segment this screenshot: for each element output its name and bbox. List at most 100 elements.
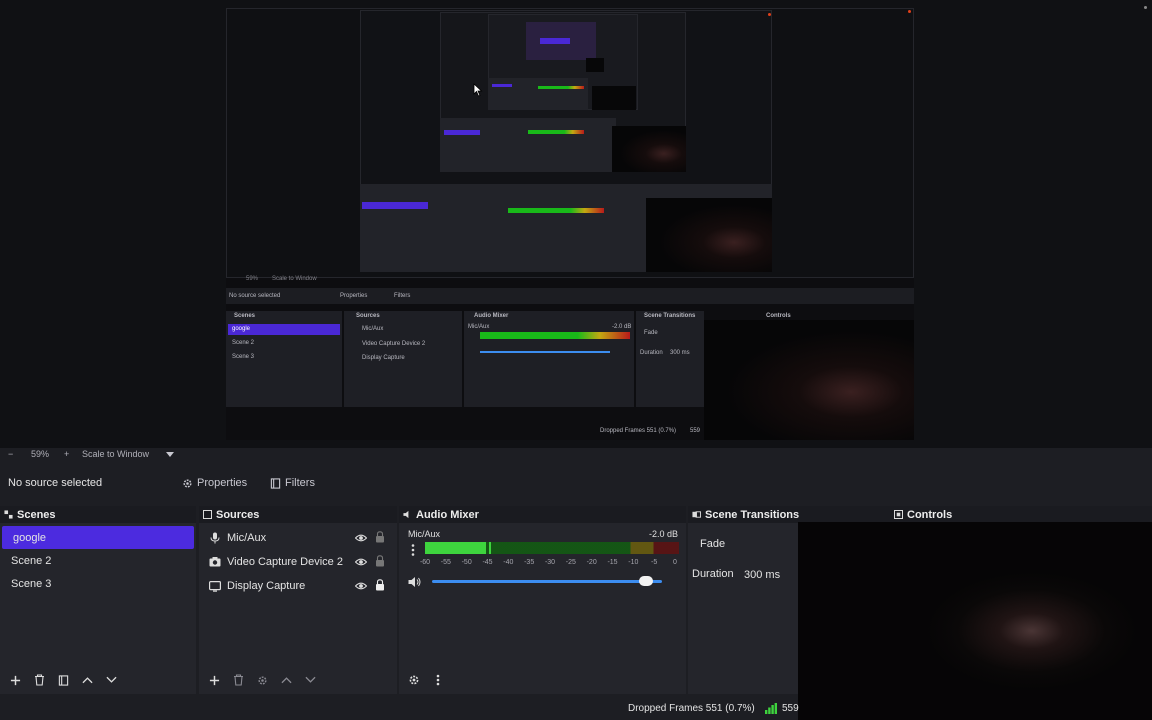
- eye-icon[interactable]: [355, 580, 367, 592]
- nested-scene-l2: [362, 202, 428, 209]
- eye-icon[interactable]: [355, 556, 367, 568]
- advanced-audio-button[interactable]: [405, 671, 423, 689]
- scenes-title: Scenes: [17, 508, 56, 521]
- filter-icon: [58, 674, 68, 686]
- nested-mixer-meter: [480, 332, 630, 339]
- scene-label: google: [13, 531, 47, 544]
- meter-tick-label: -30: [544, 559, 556, 566]
- add-source-button[interactable]: [205, 671, 223, 689]
- meter-tick-label: -45: [482, 559, 493, 566]
- mixer-menu-button[interactable]: [429, 671, 447, 689]
- source-item-mic-aux[interactable]: Mic/Aux: [199, 526, 397, 550]
- unlock-icon[interactable]: [375, 531, 385, 543]
- meter-tick-label: -25: [565, 559, 576, 566]
- nested-scene-l3: [444, 130, 480, 135]
- preview-canvas[interactable]: No source selected Properties Filters 59…: [226, 8, 914, 440]
- nested-cam-l3: [612, 126, 686, 172]
- lock-icon[interactable]: [375, 579, 385, 591]
- nested-cam-l4: [592, 86, 636, 110]
- eye-icon[interactable]: [355, 532, 367, 544]
- remove-source-button[interactable]: [229, 671, 247, 689]
- nested-mixer-name: Mic/Aux: [468, 324, 490, 330]
- remove-scene-button[interactable]: [30, 671, 48, 689]
- scale-mode-select[interactable]: Scale to Window: [82, 449, 149, 459]
- source-properties-button[interactable]: [253, 671, 271, 689]
- nested-transition: Fade: [644, 330, 658, 336]
- nested-transitions-dock: [636, 311, 704, 407]
- scene-label: Scene 2: [11, 554, 52, 567]
- nested-mixer-dock: [464, 311, 634, 407]
- volume-slider[interactable]: [432, 580, 662, 583]
- nested-properties: Properties: [340, 293, 368, 299]
- gear-icon: [183, 478, 192, 488]
- transition-select[interactable]: Fade: [692, 534, 797, 554]
- nested-docks-l3: [440, 118, 616, 172]
- filter-icon: [270, 477, 281, 489]
- nested-webcam: [704, 320, 914, 440]
- dropped-frames: Dropped Frames 551 (0.7%): [628, 703, 755, 714]
- volume-slider-handle[interactable]: [638, 576, 653, 586]
- sources-dock-title: Sources: [199, 506, 397, 523]
- nested-volume-track: [480, 351, 610, 353]
- sources-title: Sources: [216, 508, 260, 521]
- nested-scene-3: Scene 3: [232, 354, 255, 360]
- nested-source-1: Mic/Aux: [362, 326, 384, 332]
- more-options-icon[interactable]: [410, 543, 416, 557]
- meter-tick-label: -55: [440, 559, 451, 566]
- webcam-overlay: [798, 522, 1152, 720]
- move-source-up-button[interactable]: [277, 671, 295, 689]
- move-scene-down-button[interactable]: [102, 671, 120, 689]
- source-list: Mic/Aux Video Capture Device 2 Display C…: [199, 523, 397, 598]
- camera-icon: [209, 556, 221, 568]
- zoom-out-button[interactable]: −: [8, 449, 13, 459]
- source-item-video-capture[interactable]: Video Capture Device 2: [199, 550, 397, 574]
- sources-dock: Sources Mic/Aux Video Capture Device 2 D…: [199, 506, 397, 694]
- audio-mixer-dock: Audio Mixer Mic/Aux -2.0 dB -60 -55 -50 -45…: [399, 506, 686, 694]
- move-scene-up-button[interactable]: [78, 671, 96, 689]
- move-source-down-button[interactable]: [301, 671, 319, 689]
- audio-mixer-title: Audio Mixer: [416, 508, 479, 521]
- scene-item-scene-3[interactable]: Scene 3: [0, 572, 196, 595]
- filters-button[interactable]: Filters: [266, 473, 319, 493]
- zoom-level: 59%: [31, 449, 50, 459]
- nested-context-bar: [226, 288, 914, 304]
- meter-level: [425, 542, 486, 554]
- controls-dock-title: Controls: [890, 506, 1152, 523]
- preview-indicator-dot: [908, 10, 911, 13]
- scene-item-scene-2[interactable]: Scene 2: [0, 549, 196, 572]
- meter-ticks: -60 -55 -50 -45 -40 -35 -30 -25 -20 -15 -10 -5 0: [420, 559, 679, 569]
- nested-indicator: [768, 13, 771, 16]
- nested-zoom: 59%: [246, 276, 259, 282]
- context-bar: No source selected Properties Filters: [0, 468, 1152, 498]
- zoom-in-button[interactable]: +: [64, 449, 69, 459]
- speaker-icon[interactable]: [408, 576, 422, 588]
- scene-filters-button[interactable]: [54, 671, 72, 689]
- zoom-bar: − 59% + Scale to Window: [0, 448, 1152, 462]
- preview-area[interactable]: No source selected Properties Filters 59…: [0, 0, 1152, 448]
- nested-duration-value: 300 ms: [670, 350, 690, 356]
- properties-button[interactable]: Properties: [178, 473, 251, 493]
- more-options-icon: [436, 674, 440, 686]
- audio-mixer-toolbar: [399, 666, 686, 694]
- nested-scene-l4: [492, 84, 512, 87]
- scene-item-google[interactable]: google: [2, 526, 194, 549]
- duration-input[interactable]: 300 ms: [744, 566, 780, 584]
- meter-tick-label: -5: [651, 559, 658, 566]
- add-scene-button[interactable]: [6, 671, 24, 689]
- unlock-icon[interactable]: [375, 555, 385, 567]
- meter-tick-label: -40: [503, 559, 514, 566]
- source-item-display-capture[interactable]: Display Capture: [199, 574, 397, 598]
- meter-tick-label: -60: [419, 559, 431, 566]
- chevron-down-icon[interactable]: [166, 452, 174, 458]
- controls-title: Controls: [907, 508, 953, 521]
- nested-sources-title: Sources: [356, 313, 380, 319]
- scenes-dock-icon: [4, 510, 13, 519]
- nested-no-source: No source selected: [229, 293, 281, 299]
- channel-volume-db: -2.0 dB: [648, 529, 678, 539]
- mixer-channel: Mic/Aux -2.0 dB -60 -55 -50 -45 -40 -35 -30 -25…: [399, 523, 686, 593]
- signal-strength-icon: [765, 703, 777, 714]
- gear-icon: [409, 675, 419, 685]
- meter-tick-label: -20: [586, 559, 597, 566]
- scenes-dock: Scenes google Scene 2 Scene 3: [0, 506, 196, 694]
- trash-icon: [233, 674, 243, 686]
